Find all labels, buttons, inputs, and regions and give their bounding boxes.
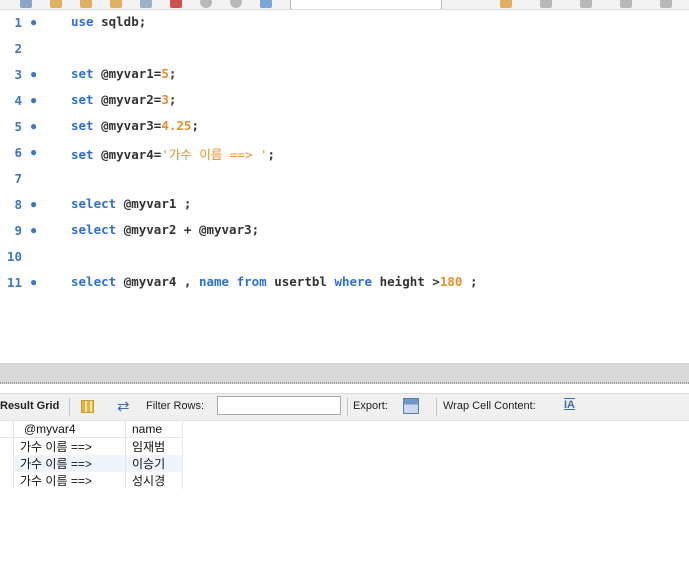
statement-marker: ● [30,275,38,289]
sql-editor[interactable]: 1 ● use sqldb; 2 3 ● set @myvar1=5; 4 ● … [0,10,689,350]
rollback-icon[interactable] [230,0,242,8]
splitter-divider [0,382,689,384]
line-number: 9 [14,223,22,238]
grid-view-icon[interactable] [81,400,94,413]
statement-marker: ● [30,15,38,29]
code-text: set @myvar1=5; [71,66,177,81]
result-grid[interactable]: @myvar4 name 가수 이름 ==> 임재범 가수 이름 ==> 이승기… [0,420,183,489]
table-cell[interactable]: 성시경 [125,472,183,489]
row-selector[interactable] [0,437,14,455]
statement-marker: ● [30,223,38,237]
execute-icon[interactable] [50,0,62,8]
save-icon[interactable] [20,0,32,8]
find-icon[interactable] [540,0,552,8]
panel-splitter[interactable] [0,363,689,382]
column-header[interactable]: name [125,420,183,438]
line-number: 10 [6,249,22,264]
table-row[interactable]: 가수 이름 ==> 임재범 [0,437,183,455]
line-number: 6 [14,145,22,160]
table-cell[interactable]: 임재범 [125,437,183,455]
export-icon[interactable] [403,398,419,414]
line-number: 3 [14,67,22,82]
execute-current-icon[interactable] [80,0,92,8]
statement-marker: ● [30,197,38,211]
result-table: @myvar4 name 가수 이름 ==> 임재범 가수 이름 ==> 이승기… [0,420,183,489]
toggle-output-icon[interactable] [170,0,182,8]
statement-marker: ● [30,67,38,81]
row-selector[interactable] [0,455,14,472]
autocommit-icon[interactable] [260,0,272,8]
statement-marker: ● [30,119,38,133]
code-text: use sqldb; [71,14,147,29]
line-number: 11 [6,275,22,290]
code-text: select @myvar2 + @myvar3; [71,222,260,237]
editor-toolbar [0,0,689,10]
toolbar-separator [436,398,437,416]
code-line: 10 [0,244,689,270]
table-cell[interactable]: 가수 이름 ==> [13,455,126,472]
code-text: set @myvar4='가수 이름 ==> '; [71,147,276,162]
wrap-cell-icon[interactable]: IA [564,399,575,411]
header-row: @myvar4 name [0,420,183,438]
code-text: select @myvar1 ; [71,196,192,211]
code-line: 8 ● select @myvar1 ; [0,192,689,218]
table-cell[interactable]: 가수 이름 ==> [13,437,126,455]
table-row[interactable]: 가수 이름 ==> 성시경 [0,472,183,489]
toolbar-separator [69,398,70,416]
code-text: select @myvar4 , name from usertbl where… [71,274,478,289]
beautify-icon[interactable] [500,0,512,8]
column-header[interactable]: @myvar4 [13,420,126,438]
statement-marker: ● [30,145,38,159]
code-line: 1 ● use sqldb; [0,10,689,36]
row-selector-header[interactable] [0,420,14,438]
result-grid-tab[interactable]: Result Grid [0,400,59,412]
wrap-cell-label: Wrap Cell Content: [443,400,536,412]
refresh-icon[interactable]: ⇄ [117,397,130,415]
result-toolbar: Result Grid ⇄ Filter Rows: Export: Wrap … [0,393,689,421]
code-line: 2 [0,36,689,62]
code-line: 3 ● set @myvar1=5; [0,62,689,88]
toolbar-separator [347,398,348,416]
code-line: 11 ● select @myvar4 , name from usertbl … [0,270,689,296]
code-line: 6 ● set @myvar4='가수 이름 ==> '; [0,140,689,166]
filter-rows-label: Filter Rows: [146,400,205,412]
explain-icon[interactable] [110,0,122,8]
code-text: set @myvar3=4.25; [71,118,199,133]
invisible-chars-icon[interactable] [580,0,592,8]
table-cell[interactable]: 이승기 [125,455,183,472]
code-line: 4 ● set @myvar2=3; [0,88,689,114]
row-selector[interactable] [0,472,14,489]
line-number: 5 [14,119,22,134]
code-line: 9 ● select @myvar2 + @myvar3; [0,218,689,244]
line-number: 8 [14,197,22,212]
statement-marker: ● [30,93,38,107]
code-text: set @myvar2=3; [71,92,177,107]
table-cell[interactable]: 가수 이름 ==> [13,472,126,489]
line-number: 2 [14,41,22,56]
wrap-icon[interactable] [620,0,632,8]
filter-rows-input[interactable] [217,396,341,415]
code-line: 5 ● set @myvar3=4.25; [0,114,689,140]
code-line: 7 [0,166,689,192]
table-row[interactable]: 가수 이름 ==> 이승기 [0,455,183,472]
export-label: Export: [353,400,388,412]
limit-rows-select[interactable] [290,0,442,9]
commit-icon[interactable] [200,0,212,8]
stop-icon[interactable] [140,0,152,8]
line-number: 1 [14,15,22,30]
line-number: 4 [14,93,22,108]
query-stats-icon[interactable] [660,0,672,8]
line-number: 7 [14,171,22,186]
